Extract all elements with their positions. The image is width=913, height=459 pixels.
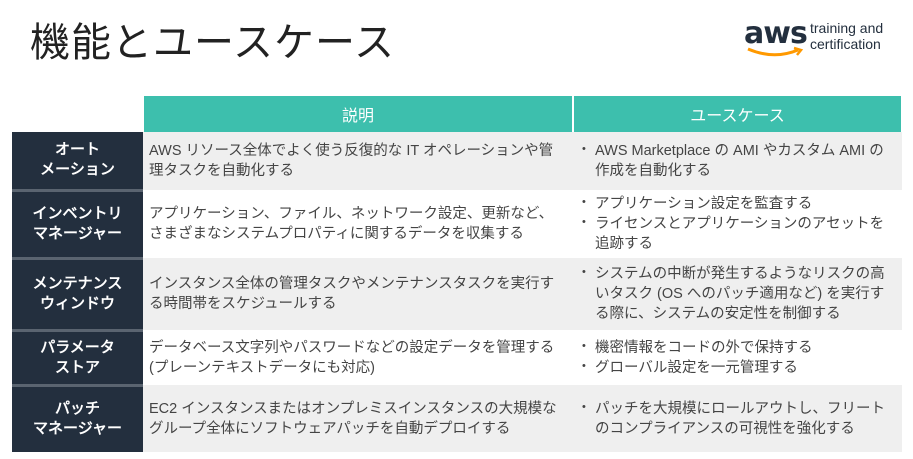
feature-usecases: アプリケーション設定を監査するライセンスとアプリケーションのアセットを追跡する [573,190,902,258]
usecase-item: 機密情報をコードの外で保持する [582,336,896,358]
aws-training-logo: aws training and certification [744,16,894,60]
usecase-item: AWS Marketplace の AMI やカスタム AMI の作成を自動化す… [582,139,896,181]
header-blank [12,96,144,132]
table-row: インベントリ マネージャー アプリケーション、ファイル、ネットワーク設定、更新など、… [12,188,902,258]
table-row: パッチ マネージャー EC2 インスタンスまたはオンプレミスインスタンスの大規模なグ… [12,383,902,452]
feature-label: インベントリ マネージャー [12,188,143,258]
table-row: オート メーション AWS リソース全体でよく使う反復的な IT オペレーションや管… [12,132,902,190]
table-row: メンテナンス ウィンドウ インスタンス全体の管理タスクやメンテナンスタスクを実行する… [12,256,902,330]
table-row: パラメータ ストア データベース文字列やパスワードなどの設定データを管理する (プレ… [12,328,902,385]
feature-label: オート メーション [12,132,143,190]
usecase-item: ライセンスとアプリケーションのアセットを追跡する [582,212,896,254]
feature-usecases: パッチを大規模にロールアウトし、フリートのコンプライアンスの可視性を強化する [573,385,902,452]
feature-label: メンテナンス ウィンドウ [12,256,143,330]
header-usecase: ユースケース [573,96,903,132]
logo-line2: certification [810,36,881,52]
page-title: 機能とユースケース [30,21,395,65]
usecase-item: パッチを大規模にロールアウトし、フリートのコンプライアンスの可視性を強化する [582,397,896,439]
feature-usecases: AWS Marketplace の AMI やカスタム AMI の作成を自動化す… [573,132,902,190]
feature-label-line: マネージャー [33,420,122,438]
feature-description: インスタンス全体の管理タスクやメンテナンスタスクを実行する時間帯をスケジュールす… [143,258,573,330]
feature-usecases: システムの中断が発生するようなリスクの高いタスク (OS へのパッチ適用など) … [573,258,902,330]
feature-description: データベース文字列やパスワードなどの設定データを管理する (プレーンテキストデー… [149,339,555,376]
feature-label: パッチ マネージャー [12,383,143,452]
feature-description: AWS リソース全体でよく使う反復的な IT オペレーションや管理タスクを自動化… [143,132,573,190]
feature-table: 説明 ユースケース オート メーション AWS リソース全体でよく使う反復的な IT… [12,96,903,452]
feature-label-line: パラメータ [40,338,115,356]
header-description: 説明 [143,96,574,132]
feature-label-line: マネージャー [33,225,122,242]
feature-label-line: インベントリ [32,205,123,222]
feature-label-line: メンテナンス [32,275,123,292]
feature-description: EC2 インスタンスまたはオンプレミスインスタンスの大規模なグループ全体にソフト… [143,385,573,452]
usecase-item: システムの中断が発生するようなリスクの高いタスク (OS へのパッチ適用など) … [582,262,896,324]
feature-label-line: メーション [40,161,115,179]
feature-label-line: ストア [54,358,100,376]
feature-label-line: オート [54,141,100,159]
feature-label-line: ウィンドウ [39,295,115,312]
feature-label: パラメータ ストア [12,328,143,385]
feature-usecases: 機密情報をコードの外で保持するグローバル設定を一元管理する [573,330,902,385]
feature-description: アプリケーション、ファイル、ネットワーク設定、更新など、さまざまなシステムプロパ… [149,206,554,242]
aws-smile-icon [747,46,804,57]
feature-label-line: パッチ [54,400,100,418]
usecase-item: グローバル設定を一元管理する [582,356,896,378]
usecase-item: アプリケーション設定を監査する [582,192,896,214]
logo-line1: training and [810,20,884,36]
